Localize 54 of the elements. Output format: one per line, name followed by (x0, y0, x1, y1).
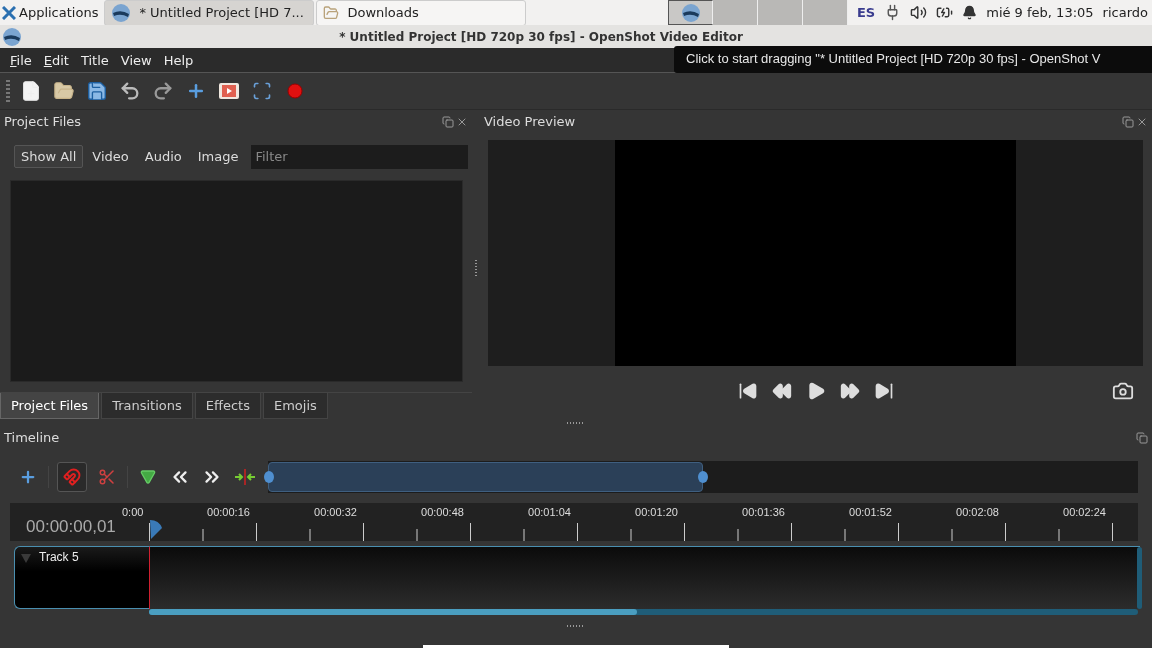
menu-item[interactable]: Edit (37, 52, 75, 68)
save-icon[interactable] (85, 79, 109, 103)
menu-item[interactable]: Help (157, 52, 200, 68)
float-icon[interactable] (1136, 431, 1148, 444)
splitter-handle[interactable] (475, 260, 477, 278)
dock-title: Project Files (4, 114, 82, 129)
ruler-label: 00:02:08 (955, 506, 1000, 518)
workspace-button[interactable] (668, 0, 714, 25)
splitter-handle[interactable] (567, 422, 585, 424)
window-title: * Untitled Project [HD 720p 30 fps] - OpenShot Video Editor (338, 29, 744, 44)
x-logo-icon (2, 5, 16, 20)
float-icon[interactable] (442, 115, 454, 128)
menu-item[interactable]: File (4, 52, 38, 68)
ruler-label: 00:00:32 (313, 506, 358, 518)
folder-icon (323, 4, 340, 21)
filter-button[interactable]: Image (190, 145, 246, 168)
bell-icon[interactable] (962, 5, 978, 20)
taskbar-task[interactable]: Downloads (316, 0, 527, 26)
user-name[interactable]: ricardo (1102, 5, 1148, 20)
keyboard-layout[interactable]: ES (856, 5, 876, 20)
dock-title: Timeline (4, 430, 60, 445)
ruler-label: 00:01:04 (527, 506, 572, 518)
globe-logo-icon (2, 26, 22, 47)
volume-icon[interactable] (910, 4, 928, 21)
globe-logo-icon (680, 2, 701, 23)
ruler-label: 00:01:20 (634, 506, 679, 518)
menu-item[interactable]: View (114, 52, 158, 68)
timecode: 00:00:00,01 (25, 516, 117, 538)
splitter-handle[interactable] (567, 625, 585, 627)
tooltip: Click to start dragging "* Untitled Project [HD 720p 30 fps] - OpenShot V (674, 46, 1152, 73)
filter-button[interactable]: Audio (137, 145, 189, 168)
ruler-label: 00:02:24 (1062, 506, 1107, 518)
ruler-label: 00:00:16 (206, 506, 251, 518)
globe-logo-icon (111, 2, 132, 23)
clock[interactable]: mié 9 feb, 13:05 (986, 5, 1094, 20)
tab[interactable]: Effects (194, 393, 261, 419)
ruler-label: 00:01:36 (741, 506, 786, 518)
dock-title: Video Preview (484, 114, 576, 129)
float-icon[interactable] (1122, 115, 1134, 128)
tab[interactable]: Project Files (0, 393, 100, 419)
menu-item[interactable]: Title (74, 52, 115, 68)
ruler-label: 00:01:52 (848, 506, 893, 518)
tab[interactable]: Emojis (262, 393, 328, 419)
applications-menu[interactable]: Applications (0, 0, 105, 25)
ruler-label: 00:00:48 (420, 506, 465, 518)
taskbar-task[interactable]: * Untitled Project [HD 7... (104, 0, 315, 26)
playhead-marker[interactable] (149, 518, 163, 540)
filter-button[interactable]: Show All (14, 145, 84, 168)
filter-button[interactable]: Video (85, 145, 136, 168)
tab[interactable]: Transitions (101, 393, 193, 419)
filter-field[interactable]: Filter (251, 144, 469, 169)
magnet-icon[interactable] (57, 462, 87, 492)
ruler-label: 0:00 (122, 506, 145, 518)
track-name: Track 5 (39, 550, 79, 564)
